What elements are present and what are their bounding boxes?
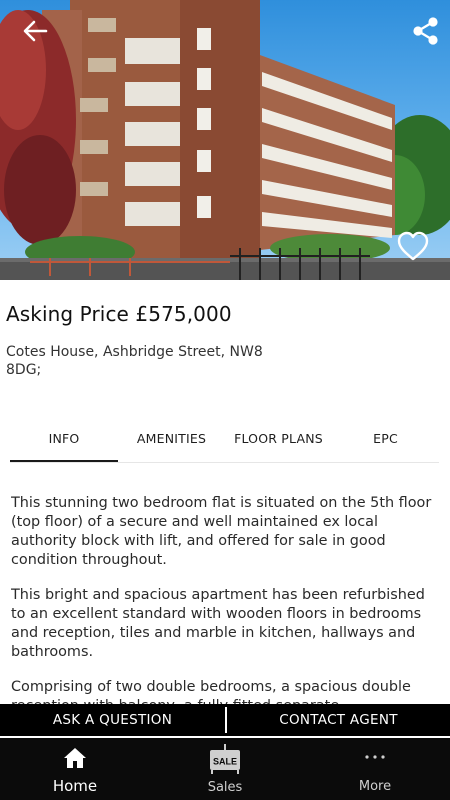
property-photo-illustration	[0, 0, 450, 280]
tab-bar: INFO AMENITIES FLOOR PLANS EPC	[10, 418, 439, 463]
contact-agent-button[interactable]: CONTACT AGENT	[227, 704, 450, 736]
sale-sign-text: SALE	[213, 757, 237, 767]
dots-horizontal-icon	[365, 755, 385, 759]
action-bar: ASK A QUESTION CONTACT AGENT	[0, 704, 450, 736]
nav-home[interactable]: Home	[0, 738, 150, 800]
description-paragraph: This bright and spacious apartment has b…	[11, 587, 425, 660]
ask-a-question-button[interactable]: ASK A QUESTION	[0, 704, 225, 736]
description-paragraph: Comprising of two double bedrooms, a spa…	[11, 679, 411, 706]
nav-sales[interactable]: SALE Sales	[150, 738, 300, 800]
description-paragraph: This stunning two bedroom flat is situat…	[11, 495, 432, 568]
tab-info[interactable]: INFO	[10, 418, 118, 462]
tab-floor-plans[interactable]: FLOOR PLANS	[225, 418, 332, 460]
bottom-navigation: Home SALE Sales More	[0, 738, 450, 800]
tab-amenities[interactable]: AMENITIES	[118, 418, 225, 460]
heart-outline-icon[interactable]	[396, 230, 430, 262]
sale-sign-icon: SALE	[210, 744, 240, 774]
nav-sales-label: Sales	[207, 780, 243, 795]
property-address: Cotes House, Ashbridge Street, NW8 8DG;	[6, 344, 263, 378]
home-icon	[64, 748, 86, 768]
nav-home-label: Home	[52, 777, 98, 795]
share-icon[interactable]	[412, 16, 440, 46]
property-photo	[0, 0, 450, 280]
nav-more-label: More	[358, 779, 392, 794]
property-description: This stunning two bedroom flat is situat…	[11, 494, 439, 706]
tab-epc[interactable]: EPC	[332, 418, 439, 460]
nav-more[interactable]: More	[300, 738, 450, 800]
arrow-left-icon[interactable]	[22, 18, 48, 44]
asking-price: Asking Price £575,000	[6, 302, 232, 326]
